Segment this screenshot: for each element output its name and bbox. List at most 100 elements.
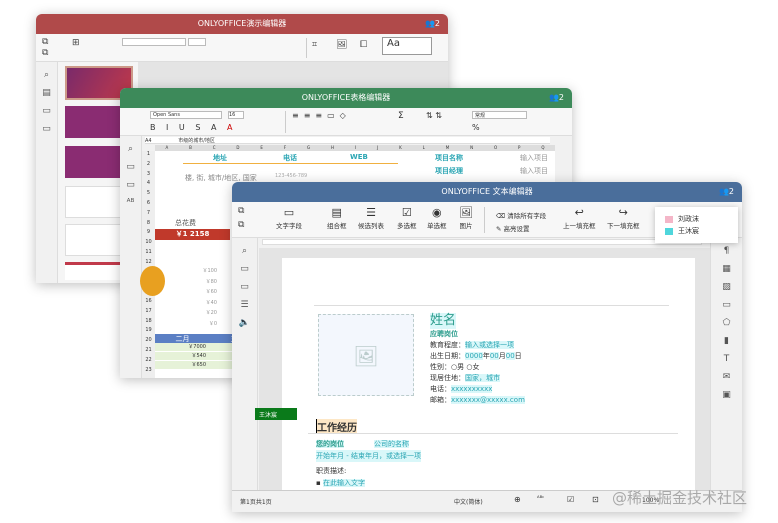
chart-icon[interactable]: ▮: [711, 336, 742, 346]
birth-year[interactable]: 0000: [465, 352, 483, 360]
paste-icon[interactable]: ⧉: [42, 48, 48, 58]
row-header[interactable]: 8: [142, 220, 155, 230]
font-size-select[interactable]: 16: [228, 111, 244, 119]
spellcheck-icon[interactable]: ᴬᴮᶜ: [537, 495, 544, 502]
period-field[interactable]: 开始年月 - 结束年月，或选择一项: [316, 450, 421, 462]
clear-fields-button[interactable]: ⌫ 清除所有字段: [496, 210, 546, 220]
formula-bar[interactable]: A4 市级的城市/地区: [145, 137, 550, 144]
sum-icon[interactable]: Σ: [398, 111, 404, 121]
row-header[interactable]: 1: [142, 151, 155, 161]
search-icon[interactable]: ⌕: [36, 70, 57, 80]
row-header[interactable]: 18: [142, 318, 155, 328]
duty-field[interactable]: 在此输入文字: [322, 479, 365, 487]
format-buttons[interactable]: B I U S A A: [150, 123, 236, 132]
copy-icon[interactable]: ⧉: [238, 206, 244, 216]
users-icon[interactable]: 👥2: [719, 182, 734, 202]
number-format-select[interactable]: 常规: [472, 111, 527, 119]
row-header[interactable]: 23: [142, 367, 155, 377]
add-slide-icon[interactable]: ⊞: [72, 38, 80, 48]
row-header[interactable]: 6: [142, 200, 155, 210]
font-select[interactable]: [122, 38, 186, 46]
email-field[interactable]: xxxxxxx@xxxxx.com: [451, 396, 525, 404]
mail-icon[interactable]: ✉: [711, 372, 742, 382]
text-field-button[interactable]: ▭ 文字字段: [276, 206, 302, 230]
chat-icon[interactable]: ▭: [36, 124, 57, 134]
row-header[interactable]: 16: [142, 298, 155, 308]
row-header[interactable]: 11: [142, 249, 155, 259]
sort-icon[interactable]: ⇅ ⇅: [426, 111, 442, 120]
row-header[interactable]: 19: [142, 327, 155, 337]
row-header[interactable]: 10: [142, 239, 155, 249]
slides-icon[interactable]: ▤: [36, 88, 57, 98]
dropdown-list-button[interactable]: ☰ 候选列表: [358, 206, 384, 230]
chat-icon[interactable]: ▭: [232, 282, 257, 292]
speaker-icon[interactable]: 🔈: [232, 318, 257, 328]
form-icon[interactable]: ▣: [711, 390, 742, 400]
company-field[interactable]: 公司的名称: [374, 440, 409, 448]
total-value: ￥1 2158: [155, 229, 230, 240]
comment-icon[interactable]: ▭: [120, 162, 141, 172]
combo-box-button[interactable]: ▤ 组合框: [327, 206, 347, 230]
font-select[interactable]: Open Sans: [150, 111, 222, 119]
paragraph-icon[interactable]: ¶: [711, 246, 742, 256]
navigation-icon[interactable]: ☰: [232, 300, 257, 310]
users-icon[interactable]: 👥2: [549, 88, 564, 108]
checkbox-button[interactable]: ☑ 多选框: [397, 206, 417, 230]
textart-icon[interactable]: T: [711, 354, 742, 364]
header-icon[interactable]: ▭: [711, 300, 742, 310]
address-field[interactable]: 国家，城市: [465, 374, 500, 382]
language-select[interactable]: 中文(简体): [454, 497, 483, 506]
ruler[interactable]: [262, 239, 702, 245]
radio-button[interactable]: ◉ 单选框: [427, 206, 447, 230]
search-icon[interactable]: ⌕: [120, 144, 141, 154]
row-header[interactable]: 3: [142, 171, 155, 181]
percent-icon[interactable]: %: [472, 123, 480, 132]
shape-icon[interactable]: ⌗: [312, 40, 317, 50]
row-header[interactable]: 21: [142, 347, 155, 357]
track-changes-icon[interactable]: ☑: [567, 495, 574, 504]
table-cell[interactable]: ￥540: [155, 352, 210, 360]
radio-female[interactable]: ○女: [466, 363, 479, 371]
education-field[interactable]: 输入或选择一项: [465, 341, 514, 349]
font-size-select[interactable]: [188, 38, 206, 46]
row-header[interactable]: 4: [142, 180, 155, 190]
comment-icon[interactable]: ▭: [232, 264, 257, 274]
highlight-settings-button[interactable]: ✎ 高亮设置: [496, 223, 530, 233]
next-field-button[interactable]: ↪ 下一填充框: [607, 206, 640, 230]
birth-day[interactable]: 00: [505, 352, 515, 360]
image-button[interactable]: 🖼 图片: [459, 206, 473, 230]
spellcheck-icon[interactable]: ᴬᴮ: [120, 198, 141, 208]
birth-month[interactable]: 00: [489, 352, 499, 360]
image-icon[interactable]: ▨: [711, 282, 742, 292]
shape-icon[interactable]: ⬠: [711, 318, 742, 328]
table-cell[interactable]: ￥7000: [155, 343, 210, 351]
copy-icon[interactable]: ⧉: [42, 37, 48, 47]
table-cell[interactable]: ￥650: [155, 361, 210, 369]
job-field[interactable]: 您的岗位: [316, 440, 344, 448]
paste-icon[interactable]: ⧉: [238, 220, 244, 230]
name-field[interactable]: 姓名: [430, 313, 457, 329]
row-header[interactable]: 7: [142, 210, 155, 220]
users-icon[interactable]: 👥2: [425, 14, 440, 34]
position-field[interactable]: 应聘岗位: [430, 329, 525, 340]
photo-placeholder[interactable]: 🖼: [318, 314, 414, 396]
phone-field[interactable]: xxxxxxxxxx: [451, 385, 493, 393]
row-header[interactable]: 2: [142, 161, 155, 171]
row-header[interactable]: 5: [142, 190, 155, 200]
row-header[interactable]: 9: [142, 229, 155, 239]
align-icons[interactable]: ≡≡≡▭◇: [292, 111, 351, 120]
arrange-icon[interactable]: ⧠: [360, 40, 367, 50]
image-icon[interactable]: 🖼: [336, 40, 347, 50]
table-icon[interactable]: ▦: [711, 264, 742, 274]
fit-page-icon[interactable]: ⊡: [592, 495, 599, 504]
radio-male[interactable]: ○男: [451, 363, 464, 371]
row-header[interactable]: 22: [142, 357, 155, 367]
globe-icon[interactable]: ⊕: [514, 495, 521, 504]
row-header[interactable]: 20: [142, 337, 155, 347]
chat-icon[interactable]: ▭: [120, 180, 141, 190]
prev-field-button[interactable]: ↩ 上一填充框: [563, 206, 596, 230]
row-header[interactable]: 17: [142, 308, 155, 318]
search-icon[interactable]: ⌕: [232, 246, 257, 256]
comment-icon[interactable]: ▭: [36, 106, 57, 116]
style-preview[interactable]: Aa: [382, 37, 432, 55]
